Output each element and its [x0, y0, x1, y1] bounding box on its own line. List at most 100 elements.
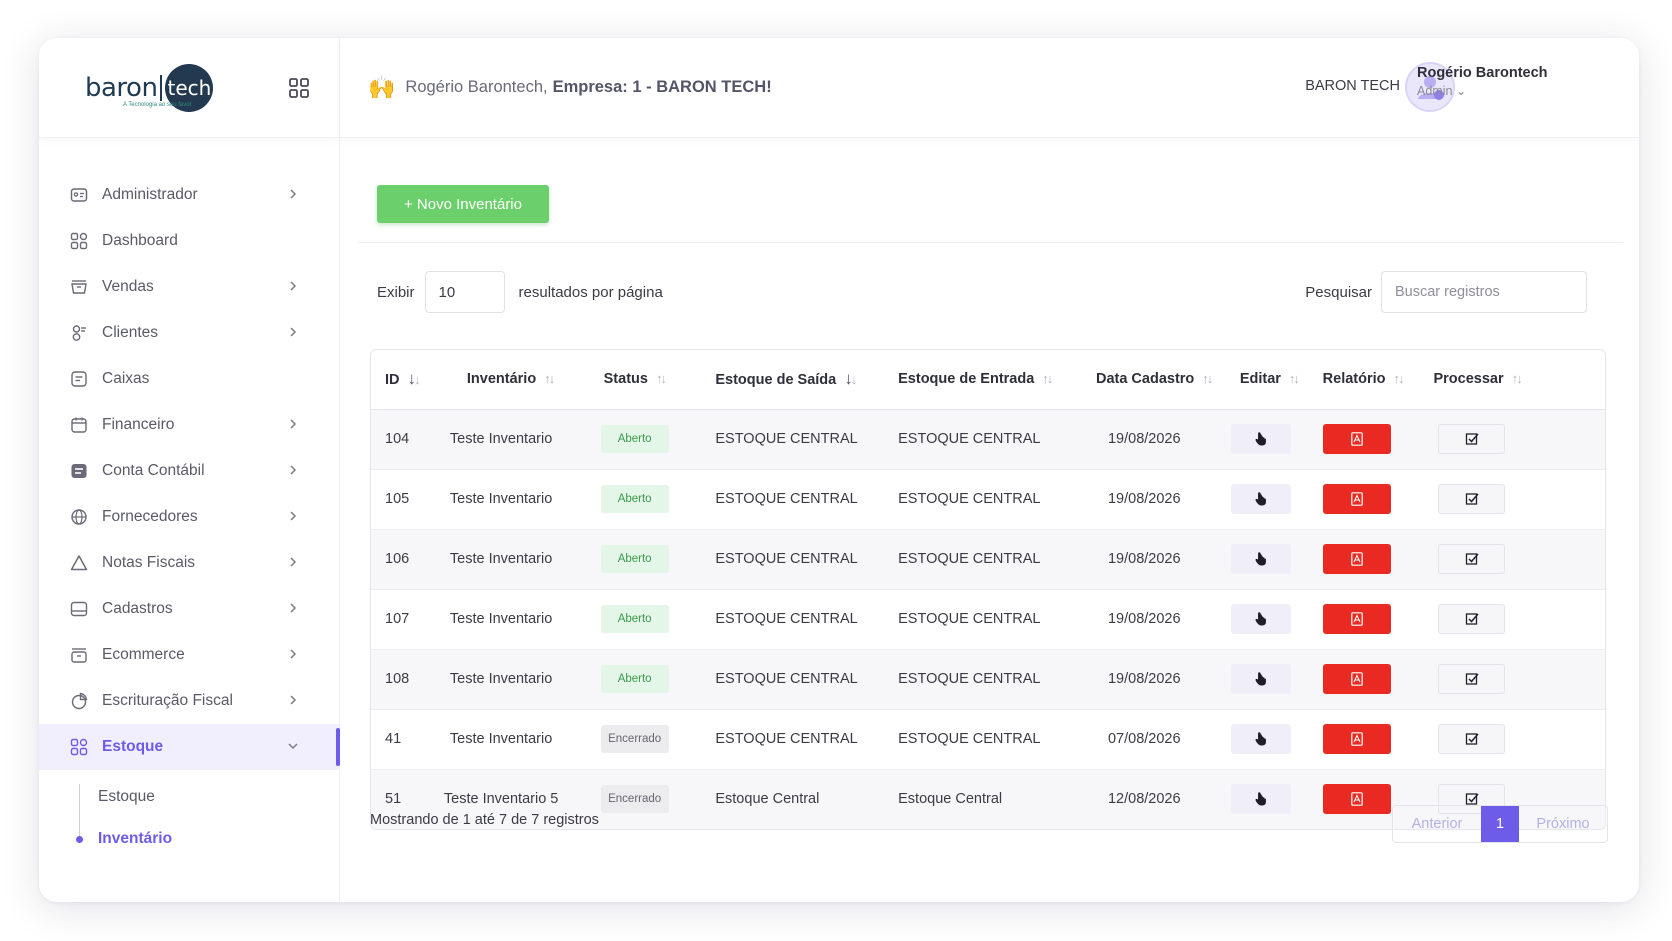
chevron-right-icon [290, 327, 297, 337]
sidebar-item-vendas[interactable]: Vendas [39, 264, 339, 310]
sidebar-item-fornecedores[interactable]: Fornecedores [39, 494, 339, 540]
column-header-id[interactable]: ID ↓↓ [371, 350, 434, 410]
chevron-right-icon [290, 419, 297, 429]
sidebar-item-label: Administrador [102, 186, 198, 203]
sidebar-item-label: Financeiro [102, 416, 175, 433]
cell-estoque-saida: ESTOQUE CENTRAL [708, 709, 892, 770]
report-pdf-button[interactable] [1322, 784, 1391, 815]
user-role-label: Admin [1417, 84, 1453, 98]
sidebar: baron tech A Tecnologia ao seu favor Adm… [39, 38, 340, 902]
company-name: BARON TECH [1305, 78, 1400, 94]
submenu-item-inventario[interactable]: Inventário [39, 818, 339, 860]
grid-icon[interactable] [288, 77, 310, 99]
sidebar-item-conta-contabil[interactable]: Conta Contábil [39, 448, 339, 494]
sidebar-item-caixas[interactable]: Caixas [39, 356, 339, 402]
report-pdf-button[interactable] [1322, 544, 1391, 574]
cell-status: Encerrado [593, 709, 709, 770]
column-header-status[interactable]: Status ↑↓ [593, 350, 709, 410]
sidebar-item-clientes[interactable]: Clientes [39, 310, 339, 356]
process-button[interactable] [1438, 544, 1506, 574]
sidebar-item-notas-fiscais[interactable]: Notas Fiscais [39, 540, 339, 586]
next-page-button[interactable]: Próximo [1519, 806, 1607, 842]
status-badge: Aberto [600, 665, 669, 693]
report-pdf-button[interactable] [1322, 664, 1391, 694]
process-button[interactable] [1438, 664, 1506, 694]
column-header-inventario[interactable]: Inventário ↑↓ [433, 350, 594, 410]
report-pdf-button[interactable] [1322, 724, 1391, 754]
sidebar-item-label: Clientes [102, 324, 158, 341]
edit-button[interactable] [1230, 724, 1291, 754]
results-info: Mostrando de 1 até 7 de 7 registros [370, 812, 599, 828]
sidebar-item-ecommerce[interactable]: Ecommerce [39, 632, 339, 678]
sidebar-item-administrador[interactable]: Administrador [39, 172, 339, 218]
status-badge: Encerrado [600, 725, 669, 753]
cell-id: 107 [371, 589, 434, 650]
cell-editar [1230, 529, 1323, 590]
status-badge: Encerrado [600, 785, 669, 814]
search-input[interactable] [1381, 271, 1587, 313]
edit-button[interactable] [1230, 424, 1291, 454]
sidebar-item-label: Cadastros [102, 600, 173, 617]
sidebar-item-label: Vendas [102, 278, 154, 295]
cell-relatorio [1322, 529, 1427, 590]
cell-status: Aberto [593, 409, 709, 470]
sidebar-item-dashboard[interactable]: Dashboard [39, 218, 339, 264]
estoque-submenu: Estoque Inventário [39, 770, 339, 860]
sidebar-item-escrituracao-fiscal[interactable]: Escrituração Fiscal [39, 678, 339, 724]
chevron-right-icon [290, 189, 297, 199]
report-pdf-button[interactable] [1322, 604, 1391, 634]
cell-status: Aberto [593, 529, 709, 590]
column-header-estoque-saida[interactable]: Estoque de Saída ↓↓ [708, 350, 892, 410]
sidebar-item-financeiro[interactable]: Financeiro [39, 402, 339, 448]
user-menu[interactable]: Rogério Barontech Admin ⌄ [1417, 65, 1548, 98]
process-button[interactable] [1438, 604, 1506, 634]
pie-chart-icon [69, 691, 89, 711]
column-header-editar[interactable]: Editar ↑↓ [1230, 350, 1323, 410]
chevron-right-icon [290, 557, 297, 567]
checkbox-check-icon [1465, 553, 1479, 565]
edit-button[interactable] [1230, 784, 1291, 815]
sort-icon: ↑↓ [1288, 371, 1300, 387]
process-button[interactable] [1438, 424, 1506, 454]
pagination: Anterior 1 Próximo [1392, 805, 1608, 843]
cell-id: 105 [371, 469, 434, 530]
process-button[interactable] [1438, 484, 1506, 514]
cell-id: 108 [371, 649, 434, 710]
submenu-item-estoque[interactable]: Estoque [39, 776, 339, 818]
cell-processar [1426, 529, 1605, 590]
cell-editar [1230, 649, 1323, 710]
report-pdf-button[interactable] [1322, 484, 1391, 514]
pdf-icon [1350, 552, 1363, 566]
sort-icon: ↑↓ [1042, 371, 1053, 387]
edit-button[interactable] [1230, 544, 1291, 574]
process-button[interactable] [1438, 724, 1506, 754]
column-header-data-cadastro[interactable]: Data Cadastro ↑↓ [1073, 350, 1231, 410]
previous-page-button[interactable]: Anterior [1393, 806, 1481, 842]
cell-processar [1426, 469, 1605, 530]
sidebar-item-label: Estoque [102, 738, 164, 755]
chevron-right-icon [290, 695, 297, 705]
table-body: 104 Teste Inventario Aberto ESTOQUE CENTRAL… [371, 409, 1605, 829]
cell-data-cadastro: 19/08/2026 [1073, 589, 1231, 650]
checkbox-check-icon [1465, 613, 1479, 625]
new-inventory-button[interactable]: + Novo Inventário [377, 185, 549, 223]
sidebar-item-cadastros[interactable]: Cadastros [39, 586, 339, 632]
page-1-button[interactable]: 1 [1481, 806, 1519, 842]
edit-button[interactable] [1230, 664, 1291, 694]
cell-data-cadastro: 19/08/2026 [1073, 409, 1231, 470]
edit-button[interactable] [1230, 484, 1291, 514]
report-pdf-button[interactable] [1322, 424, 1391, 454]
status-badge: Aberto [600, 485, 669, 513]
sidebar-item-estoque[interactable]: Estoque [39, 724, 340, 770]
cell-estoque-entrada: Estoque Central [891, 769, 1074, 829]
checkbox-check-icon [1465, 433, 1479, 445]
column-header-estoque-entrada[interactable]: Estoque de Entrada ↑↓ [891, 350, 1074, 410]
cell-editar [1230, 469, 1323, 530]
cell-estoque-entrada: ESTOQUE CENTRAL [891, 649, 1074, 710]
page-size-input[interactable] [424, 271, 505, 313]
column-header-processar[interactable]: Processar ↑↓ [1426, 350, 1605, 410]
cell-status: Aberto [593, 469, 709, 530]
sort-icon: ↑↓ [655, 371, 667, 387]
edit-button[interactable] [1230, 604, 1291, 634]
column-header-relatorio[interactable]: Relatório ↑↓ [1322, 350, 1427, 410]
